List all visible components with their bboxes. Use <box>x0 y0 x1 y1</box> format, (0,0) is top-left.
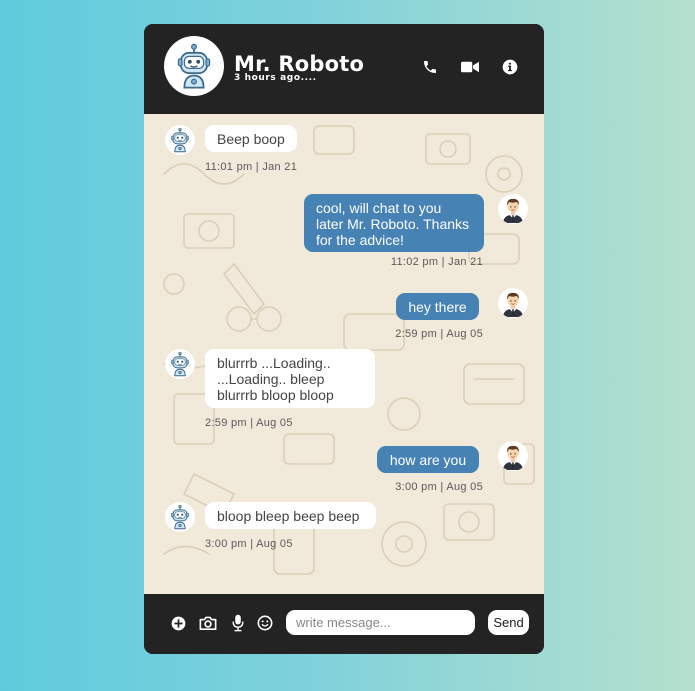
user-avatar <box>498 288 528 318</box>
message-bubble-sent: hey there <box>396 293 479 320</box>
bot-avatar <box>165 502 195 532</box>
message-timestamp: 3:00 pm | Aug 05 <box>205 538 293 550</box>
message-composer: Send <box>144 594 544 654</box>
info-icon[interactable] <box>501 58 519 76</box>
contact-status: 3 hours ago.... <box>234 73 317 83</box>
video-camera-icon[interactable] <box>461 58 479 76</box>
message-list[interactable]: Beep boop 11:01 pm | Jan 21 cool, will c… <box>144 114 544 594</box>
bot-avatar <box>165 349 195 379</box>
plus-circle-icon[interactable] <box>169 614 187 632</box>
chat-window: Mr. Roboto 3 hours ago.... Beep boop 11:… <box>144 24 544 654</box>
message-timestamp: 11:01 pm | Jan 21 <box>205 161 298 173</box>
bot-avatar <box>165 125 195 155</box>
user-avatar <box>498 194 528 224</box>
microphone-icon[interactable] <box>229 614 247 632</box>
message-bubble-received: bloop bleep beep beep <box>205 502 376 529</box>
robot-avatar-icon <box>167 504 193 530</box>
camera-icon[interactable] <box>199 614 217 632</box>
smiley-icon[interactable] <box>256 614 274 632</box>
man-avatar-icon <box>499 442 527 470</box>
message-bubble-sent: how are you <box>377 446 479 473</box>
robot-avatar-icon <box>170 42 218 90</box>
user-avatar <box>498 441 528 471</box>
man-avatar-icon <box>499 289 527 317</box>
message-input[interactable] <box>286 610 475 635</box>
message-bubble-received: Beep boop <box>205 125 297 152</box>
message-timestamp: 11:02 pm | Jan 21 <box>390 256 483 268</box>
send-button[interactable]: Send <box>488 610 529 635</box>
message-bubble-sent: cool, will chat to you later Mr. Roboto.… <box>304 194 484 252</box>
message-bubble-received: blurrrb ...Loading.. ...Loading.. bleep … <box>205 349 375 408</box>
man-avatar-icon <box>499 195 527 223</box>
chat-header: Mr. Roboto 3 hours ago.... <box>144 24 544 114</box>
robot-avatar-icon <box>167 351 193 377</box>
phone-icon[interactable] <box>421 58 439 76</box>
contact-avatar[interactable] <box>164 36 224 96</box>
robot-avatar-icon <box>167 127 193 153</box>
message-timestamp: 2:59 pm | Aug 05 <box>395 328 483 340</box>
message-timestamp: 3:00 pm | Aug 05 <box>395 481 483 493</box>
message-timestamp: 2:59 pm | Aug 05 <box>205 417 293 429</box>
